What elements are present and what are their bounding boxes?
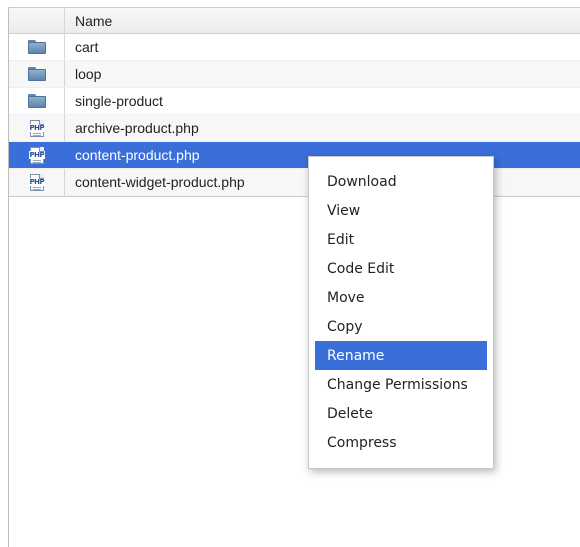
- folder-icon: [27, 94, 46, 108]
- php-icon-label: PHP: [28, 150, 46, 159]
- file-row[interactable]: loop: [9, 61, 580, 88]
- file-name: content-widget-product.php: [75, 174, 245, 190]
- php-file-icon: PHP: [28, 173, 46, 191]
- file-list-header: Name: [9, 8, 580, 34]
- php-icon-label: PHP: [28, 177, 46, 186]
- menu-item-edit[interactable]: Edit: [315, 225, 487, 254]
- menu-item-compress[interactable]: Compress: [315, 428, 487, 457]
- context-menu: Download View Edit Code Edit Move Copy Rename C…: [308, 156, 494, 469]
- menu-item-view[interactable]: View: [315, 196, 487, 225]
- menu-item-move[interactable]: Move: [315, 283, 487, 312]
- file-name: loop: [75, 66, 102, 82]
- menu-item-code-edit[interactable]: Code Edit: [315, 254, 487, 283]
- menu-item-copy[interactable]: Copy: [315, 312, 487, 341]
- folder-icon: [27, 67, 46, 81]
- menu-item-change-permissions[interactable]: Change Permissions: [315, 370, 487, 399]
- folder-icon: [27, 40, 46, 54]
- file-icon-cell: [9, 34, 65, 60]
- file-list: cart loop single-product PHP archive-product…: [9, 34, 580, 196]
- file-name-cell: loop: [65, 61, 580, 87]
- file-icon-cell: PHP: [9, 169, 65, 195]
- file-name: archive-product.php: [75, 120, 199, 136]
- file-icon-cell: PHP: [9, 142, 65, 168]
- php-file-icon: PHP: [28, 146, 46, 164]
- file-row[interactable]: cart: [9, 34, 580, 61]
- file-row[interactable]: PHP archive-product.php: [9, 115, 580, 142]
- menu-item-download[interactable]: Download: [315, 167, 487, 196]
- file-icon-cell: [9, 88, 65, 114]
- file-name: cart: [75, 39, 99, 55]
- file-name: content-product.php: [75, 147, 200, 163]
- menu-item-delete[interactable]: Delete: [315, 399, 487, 428]
- file-list-bottom-border: [9, 196, 580, 197]
- menu-item-rename[interactable]: Rename: [315, 341, 487, 370]
- file-row[interactable]: PHP content-product.php: [9, 142, 580, 169]
- file-manager-panel: Name cart loop single-product PHP archive-pr…: [8, 7, 580, 547]
- file-name-cell: archive-product.php: [65, 115, 580, 141]
- file-row[interactable]: PHP content-widget-product.php: [9, 169, 580, 196]
- name-column-header[interactable]: Name: [65, 8, 580, 33]
- file-icon-cell: [9, 61, 65, 87]
- file-name-cell: single-product: [65, 88, 580, 114]
- php-icon-label: PHP: [28, 123, 46, 132]
- file-name-cell: cart: [65, 34, 580, 60]
- php-file-icon: PHP: [28, 119, 46, 137]
- icon-column-header[interactable]: [9, 8, 65, 33]
- file-name: single-product: [75, 93, 163, 109]
- file-icon-cell: PHP: [9, 115, 65, 141]
- name-column-label: Name: [75, 12, 113, 29]
- file-row[interactable]: single-product: [9, 88, 580, 115]
